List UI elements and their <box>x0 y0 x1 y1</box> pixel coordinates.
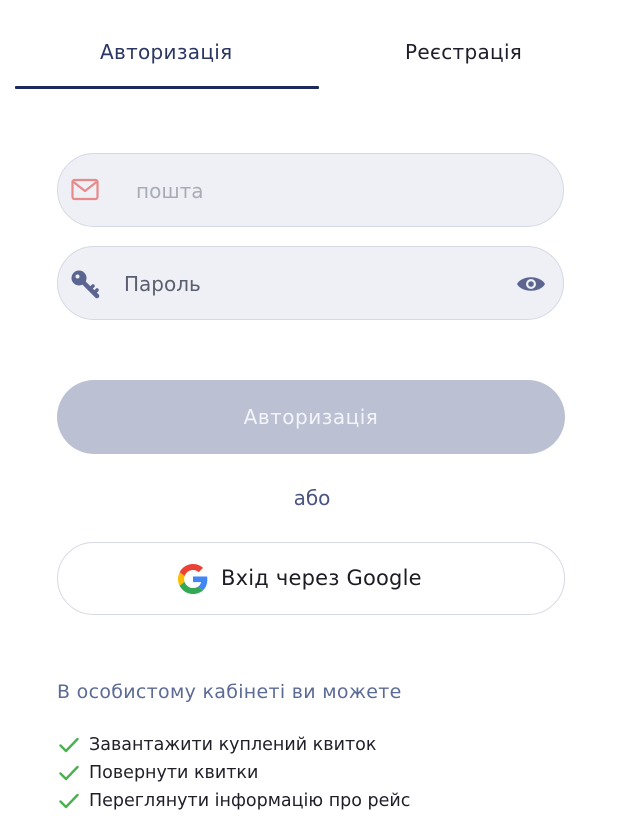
google-login-button[interactable]: Вхід через Google <box>57 542 565 615</box>
tab-register[interactable]: Реєстрація <box>405 40 522 64</box>
password-field-wrapper <box>57 246 564 321</box>
check-icon <box>59 765 79 781</box>
key-icon <box>71 270 100 299</box>
email-field-wrapper <box>57 153 564 228</box>
eye-icon[interactable] <box>516 274 546 294</box>
email-input[interactable] <box>134 154 538 228</box>
benefits-title: В особистому кабінеті ви можете <box>57 681 402 703</box>
auth-tabs: Авторизація Реєстрація <box>15 0 609 90</box>
google-icon <box>178 564 208 594</box>
list-item: Переглянути інформацію про рейс <box>59 787 410 815</box>
or-divider: або <box>293 486 331 510</box>
login-button[interactable]: Авторизація <box>57 380 565 454</box>
active-tab-indicator <box>15 86 319 89</box>
check-icon <box>59 737 79 753</box>
mail-icon <box>71 178 99 201</box>
google-button-label: Вхід через Google <box>221 566 422 590</box>
benefit-text: Завантажити куплений квиток <box>89 735 377 755</box>
benefit-text: Переглянути інформацію про рейс <box>89 791 411 811</box>
auth-card: Авторизація Реєстрація Авторизація або <box>0 0 624 839</box>
list-item: Повернути квитки <box>59 759 410 787</box>
list-item: Завантажити куплений квиток <box>59 731 410 759</box>
benefits-list: Завантажити куплений квиток Повернути кв… <box>59 731 410 815</box>
check-icon <box>59 793 79 809</box>
password-input[interactable] <box>122 247 506 321</box>
tab-login[interactable]: Авторизація <box>100 40 232 64</box>
benefit-text: Повернути квитки <box>89 763 259 783</box>
